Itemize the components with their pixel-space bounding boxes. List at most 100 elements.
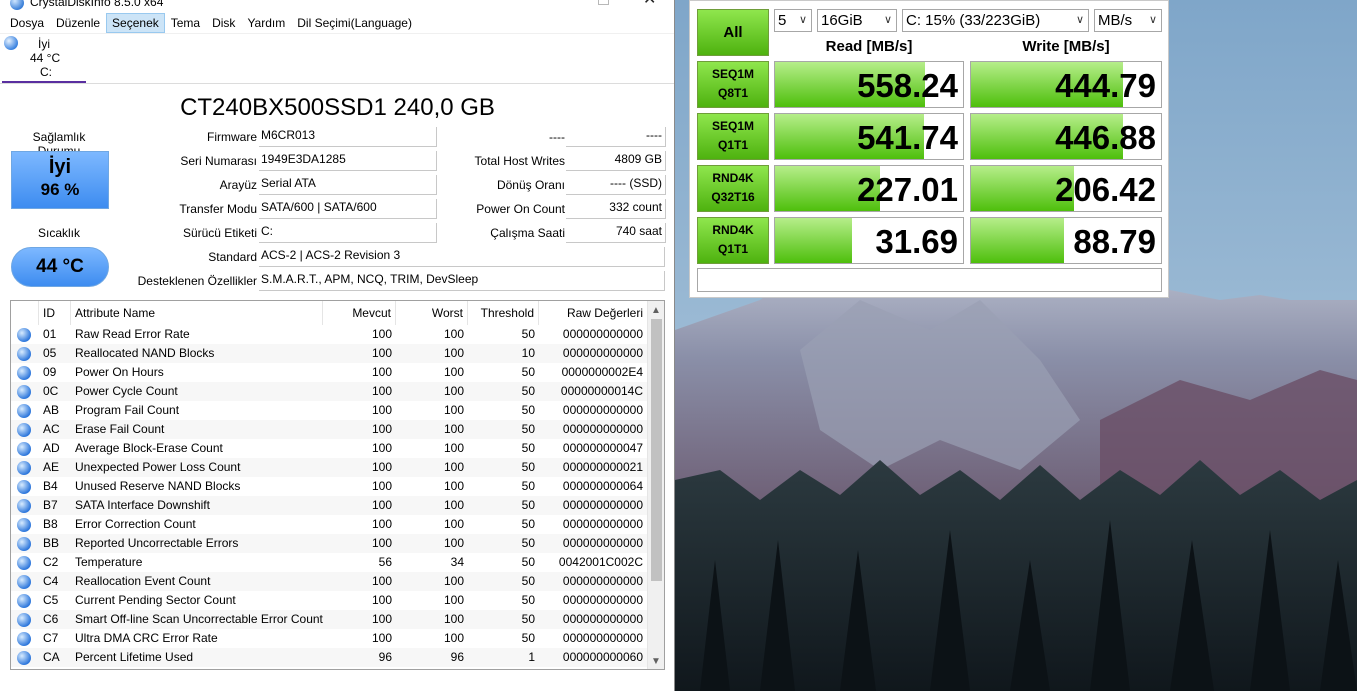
status-dot-icon: [17, 575, 31, 589]
maximize-button[interactable]: [598, 0, 609, 5]
cell-worst: 100: [443, 612, 464, 626]
cell-attribute-name: Percent Lifetime Used: [75, 650, 194, 664]
cell-attribute-name: Program Fail Count: [75, 403, 180, 417]
cell-current: 100: [371, 422, 392, 436]
table-row[interactable]: 01 Raw Read Error Rate 100 100 50 00000000000…: [11, 325, 647, 344]
vertical-scrollbar[interactable]: ▲ ▼: [647, 301, 664, 669]
health-status-button[interactable]: İyi 96 %: [11, 151, 109, 209]
header-threshold[interactable]: Threshold: [468, 301, 539, 325]
table-row[interactable]: C5 Current Pending Sector Count 100 100 50 00…: [11, 591, 647, 610]
cell-id: B8: [43, 517, 58, 531]
table-row[interactable]: AD Average Block-Erase Count 100 100 50 00000…: [11, 439, 647, 458]
comment-field[interactable]: [697, 268, 1162, 292]
drive-tab-c[interactable]: İyi 44 °C C:: [2, 34, 86, 83]
standard-value: ACS-2 | ACS-2 Revision 3: [259, 247, 665, 267]
table-row[interactable]: AE Unexpected Power Loss Count 100 100 50 000…: [11, 458, 647, 477]
status-dot-icon: [17, 366, 31, 380]
cell-worst: 100: [443, 441, 464, 455]
table-row[interactable]: CA Percent Lifetime Used 96 96 1 000000000060: [11, 648, 647, 667]
total-host-writes-value: 4809 GB: [566, 151, 666, 171]
test-button[interactable]: RND4K Q32T16: [697, 165, 769, 212]
drive-select[interactable]: C: 15% (33/223GiB) ∨: [902, 9, 1089, 32]
write-result-bar: [971, 218, 1065, 263]
test-button[interactable]: SEQ1M Q1T1: [697, 113, 769, 160]
serial-label: Seri Numarası: [180, 154, 257, 168]
header-raw-values[interactable]: Raw Değerleri: [539, 301, 647, 325]
menu-language[interactable]: Dil Seçimi(Language): [291, 13, 418, 33]
scroll-down-arrow-icon[interactable]: ▼: [651, 656, 661, 667]
test-count-select[interactable]: 5 ∨: [774, 9, 812, 32]
menu-disk[interactable]: Disk: [206, 13, 241, 33]
header-id[interactable]: ID: [39, 301, 71, 325]
cell-attribute-name: Raw Read Error Rate: [75, 327, 190, 341]
cell-raw: 000000000000: [562, 517, 643, 531]
cell-current: 100: [371, 536, 392, 550]
drive-letter-value: C:: [259, 223, 437, 243]
drive-value: C: 15% (33/223GiB): [906, 12, 1041, 29]
menu-help[interactable]: Yardım: [241, 13, 291, 33]
test-button[interactable]: RND4K Q1T1: [697, 217, 769, 264]
read-result-value: 31.69: [875, 223, 958, 260]
table-row[interactable]: 09 Power On Hours 100 100 50 0000000002E4: [11, 363, 647, 382]
table-row[interactable]: B7 SATA Interface Downshift 100 100 50 000000…: [11, 496, 647, 515]
cell-worst: 100: [443, 517, 464, 531]
menu-theme[interactable]: Tema: [165, 13, 206, 33]
health-status-icon: [4, 36, 18, 50]
menu-edit[interactable]: Düzenle: [50, 13, 106, 33]
menu-options[interactable]: Seçenek: [106, 12, 165, 33]
test-queue: Q32T16: [711, 190, 755, 204]
header-current[interactable]: Mevcut: [323, 301, 396, 325]
crystaldiskinfo-window: CrystalDiskInfo 8.5.0 x64 ✕ Dosya Düzenl…: [0, 0, 675, 691]
rotation-rate-value: ---- (SSD): [566, 175, 666, 195]
table-row[interactable]: B8 Error Correction Count 100 100 50 00000000…: [11, 515, 647, 534]
cell-threshold: 50: [521, 631, 535, 645]
scroll-thumb[interactable]: [651, 319, 662, 581]
cell-id: C5: [43, 593, 59, 607]
cell-id: C2: [43, 555, 59, 569]
cell-id: 01: [43, 327, 57, 341]
cell-attribute-name: Ultra DMA CRC Error Rate: [75, 631, 218, 645]
title-bar[interactable]: CrystalDiskInfo 8.5.0 x64 ✕: [0, 0, 674, 12]
table-row[interactable]: BB Reported Uncorrectable Errors 100 100 50 0…: [11, 534, 647, 553]
cell-raw: 000000000000: [562, 403, 643, 417]
close-button[interactable]: ✕: [643, 0, 656, 8]
cell-threshold: 50: [521, 365, 535, 379]
temperature-button[interactable]: 44 °C: [11, 247, 109, 287]
menu-file[interactable]: Dosya: [4, 13, 50, 33]
write-result: 88.79: [970, 217, 1162, 264]
cell-threshold: 50: [521, 460, 535, 474]
test-queue: Q1T1: [717, 138, 748, 152]
temperature-label: Sıcaklık: [37, 226, 80, 240]
table-row[interactable]: C6 Smart Off-line Scan Uncorrectable Erro…: [11, 610, 647, 629]
table-row[interactable]: AB Program Fail Count 100 100 50 000000000000: [11, 401, 647, 420]
test-size-select[interactable]: 16GiB ∨: [817, 9, 897, 32]
cell-current: 100: [371, 365, 392, 379]
header-worst[interactable]: Worst: [396, 301, 468, 325]
table-row[interactable]: AC Erase Fail Count 100 100 50 000000000000: [11, 420, 647, 439]
write-result-value: 446.88: [1055, 119, 1156, 156]
cell-worst: 100: [443, 574, 464, 588]
status-dot-icon: [17, 518, 31, 532]
cell-attribute-name: Temperature: [75, 555, 143, 569]
header-attribute-name[interactable]: Attribute Name: [71, 301, 323, 325]
unit-select[interactable]: MB/s ∨: [1094, 9, 1162, 32]
unit-value: MB/s: [1098, 12, 1133, 29]
scroll-up-arrow-icon[interactable]: ▲: [651, 305, 661, 316]
table-row[interactable]: 0C Power Cycle Count 100 100 50 00000000014C: [11, 382, 647, 401]
cell-raw: 000000000047: [562, 441, 643, 455]
transfer-mode-value: SATA/600 | SATA/600: [259, 199, 437, 219]
table-row[interactable]: C4 Reallocation Event Count 100 100 50 000000…: [11, 572, 647, 591]
read-result: 541.74: [774, 113, 964, 160]
run-all-button[interactable]: All: [697, 9, 769, 56]
table-row[interactable]: C7 Ultra DMA CRC Error Rate 100 100 50 000000…: [11, 629, 647, 648]
read-column-header: Read [MB/s]: [825, 38, 913, 55]
table-row[interactable]: B4 Unused Reserve NAND Blocks 100 100 50 0000…: [11, 477, 647, 496]
cell-id: 05: [43, 346, 57, 360]
test-button[interactable]: SEQ1M Q8T1: [697, 61, 769, 108]
table-row[interactable]: C2 Temperature 56 34 50 0042001C002C: [11, 553, 647, 572]
cell-id: 09: [43, 365, 57, 379]
cell-current: 100: [371, 384, 392, 398]
features-label: Desteklenen Özellikler: [137, 274, 257, 288]
table-row[interactable]: 05 Reallocated NAND Blocks 100 100 10 0000000…: [11, 344, 647, 363]
cell-worst: 34: [450, 555, 464, 569]
